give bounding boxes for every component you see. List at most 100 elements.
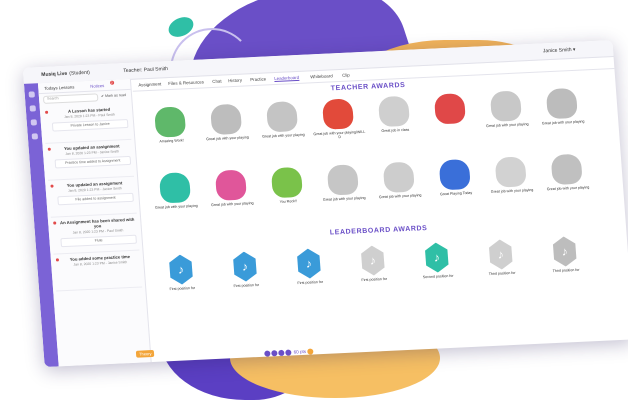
monster-sax-icon: [382, 161, 415, 193]
medal-caption: Third position for: [488, 270, 516, 277]
tab-files[interactable]: Files & Resources: [168, 79, 204, 86]
tab-todays-lessons[interactable]: Todays Lessons: [44, 84, 74, 90]
monster-teal-icon: [158, 172, 192, 204]
award-card[interactable]: You Rock!!: [259, 166, 316, 204]
search-input[interactable]: Search: [42, 93, 99, 104]
gold-medal-icon: ♪: [295, 248, 323, 279]
monster-drum-icon: [210, 103, 243, 136]
award-card[interactable]: Great job with your playing: [147, 172, 204, 210]
notice-detail: Private Lesson to Janice: [51, 118, 129, 132]
award-caption: Amazing Work!: [159, 138, 184, 144]
medal-card[interactable]: ♪ Third position for: [537, 235, 594, 273]
tab-leaderboard[interactable]: Leaderboard: [274, 74, 300, 83]
tab-clip[interactable]: Clip: [342, 73, 350, 78]
award-caption: Great job with your playing: [262, 132, 305, 139]
list-item[interactable]: An Assignment has been shared with you Ja…: [50, 213, 140, 255]
tab-history[interactable]: History: [228, 78, 242, 84]
medal-card[interactable]: ♪ Second position for: [409, 241, 466, 279]
award-card[interactable]: Great job with your playing: [478, 90, 535, 128]
monster-horn-icon: [494, 156, 527, 188]
award-caption: Great job in class: [381, 127, 410, 134]
tab-notices[interactable]: Notices: [90, 83, 104, 89]
home-icon[interactable]: [28, 91, 35, 98]
medal-caption: First position for: [297, 279, 324, 286]
calendar-icon[interactable]: [29, 105, 36, 112]
award-caption: Great Playing Today: [439, 190, 473, 197]
unread-dot: [53, 221, 57, 225]
settings-icon[interactable]: [31, 133, 39, 140]
monster-red-icon: [321, 98, 355, 130]
award-caption: Great job with your playing: [541, 119, 585, 126]
unread-dot: [47, 147, 51, 151]
award-card[interactable]: Great job with your playing: [315, 164, 372, 202]
second-medal-icon: ♪: [423, 242, 451, 273]
monster-rock-icon: [270, 166, 303, 199]
award-caption: Great job with your playing: [546, 185, 590, 192]
award-caption: [424, 124, 478, 127]
award-caption: Great job with your playing: [485, 122, 529, 129]
award-card[interactable]: Great job in class: [366, 95, 423, 133]
monster-fuzzy-icon: [489, 90, 522, 122]
award-caption: Great job with your playing/WILL D: [313, 129, 366, 140]
monster-pink-icon: [214, 169, 248, 201]
award-card[interactable]: Great job with your playing: [254, 100, 311, 139]
list-item[interactable]: You updated an assignment Jan 8, 2020 1:2…: [45, 139, 135, 181]
medal-card[interactable]: ♪ First position for: [217, 250, 274, 288]
award-card[interactable]: Great job with your playing: [203, 169, 260, 207]
award-caption: Great job with your playing: [206, 135, 249, 142]
third-medal-icon: ♪: [487, 239, 515, 270]
award-caption: Great job with your playing: [154, 203, 198, 210]
progress-dot-icon: [278, 349, 285, 357]
medal-card[interactable]: ♪ First position for: [345, 244, 402, 282]
medal-card[interactable]: ♪ First position for: [153, 253, 210, 291]
monster-tall-icon: [545, 87, 578, 120]
award-caption: Great job with your playing: [322, 195, 366, 202]
notice-count-badge: 2: [109, 80, 114, 85]
music-icon[interactable]: [30, 119, 38, 126]
award-card[interactable]: Great Playing Today: [427, 158, 484, 196]
play-icon[interactable]: [307, 348, 314, 355]
progress-dot-icon: [271, 350, 278, 357]
teacher-label: Teacher: Paul Smith: [123, 66, 169, 75]
monster-piano-icon: [265, 101, 299, 133]
award-card[interactable]: Great job with your playing: [483, 156, 540, 194]
award-card[interactable]: Great job with your playing: [371, 161, 428, 199]
app-window: Musiq Live (Student) Teacher: Paul Smith…: [22, 40, 628, 368]
user-menu[interactable]: Janice Smith ▾: [543, 47, 576, 55]
notice-detail: Practice time added to Assignment: [54, 155, 132, 169]
tab-practice[interactable]: Practice: [250, 76, 266, 82]
mark-all-read-button[interactable]: ✔ Mark as read: [101, 93, 126, 98]
medal-caption: First position for: [361, 276, 388, 283]
medal-caption: First position for: [233, 282, 260, 289]
points-bar: 60 pts: [264, 348, 314, 357]
award-card[interactable]: Amazing Work!: [142, 106, 199, 144]
tab-assignment[interactable]: Assignment: [138, 81, 161, 87]
silver-medal-icon: ♪: [231, 251, 259, 282]
award-caption: Great job with your playing: [490, 187, 534, 194]
medal-card[interactable]: ♪ Third position for: [473, 238, 530, 276]
list-item[interactable]: You updated an assignment Jan 8, 2020 1:2…: [48, 176, 137, 218]
points-label: 60 pts: [293, 348, 307, 355]
list-item[interactable]: A Lesson has started Jan 8, 2020 1:23 PM …: [42, 102, 132, 144]
tab-whiteboard[interactable]: Whiteboard: [310, 73, 333, 79]
locked-third-medal-icon: ♪: [551, 236, 579, 267]
award-card[interactable]: Great job with your playing/WILL D: [310, 98, 367, 140]
medal-caption: Third position for: [552, 267, 580, 274]
award-card[interactable]: Great job with your playing: [539, 153, 596, 191]
unread-dot: [44, 110, 49, 114]
award-card[interactable]: Great job with your playing: [534, 87, 591, 125]
monster-violin-icon: [550, 153, 583, 186]
monster-guitar-icon: [154, 106, 187, 138]
unread-dot: [55, 258, 60, 262]
locked-medal-icon: ♪: [359, 245, 387, 276]
medal-caption: First position for: [169, 285, 196, 292]
award-caption: Great job with your playing: [210, 201, 254, 208]
medal-card[interactable]: ♪ First position for: [281, 247, 338, 285]
role-label: (Student): [69, 69, 91, 77]
list-item[interactable]: You added some practice time Jan 8, 2020 …: [53, 250, 143, 292]
award-card[interactable]: [422, 93, 478, 127]
notice-detail: File added to assignment: [57, 192, 134, 206]
award-caption: Great job with your playing: [378, 193, 422, 200]
tab-chat[interactable]: Chat: [212, 79, 222, 84]
award-card[interactable]: Great job with your playing: [198, 103, 255, 141]
